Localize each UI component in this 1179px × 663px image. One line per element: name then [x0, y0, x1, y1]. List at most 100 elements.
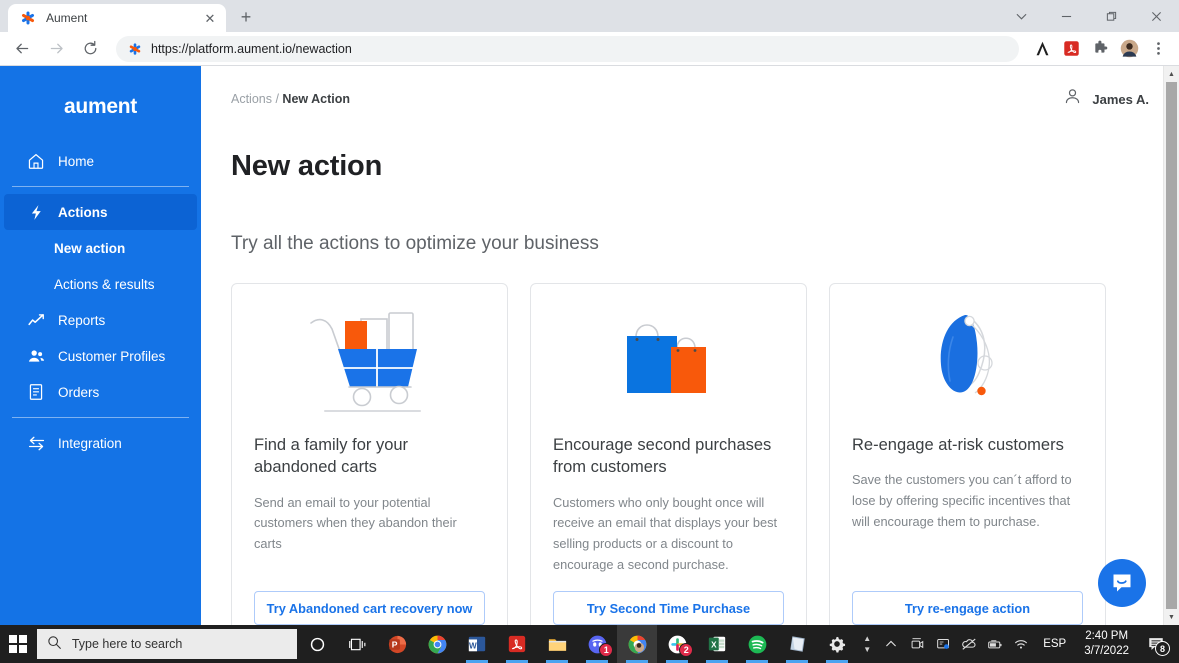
sidebar-item-actions[interactable]: Actions: [4, 194, 197, 230]
sticky-notes-icon[interactable]: [777, 625, 817, 663]
scrollbar-thumb[interactable]: [1166, 82, 1177, 609]
excel-icon[interactable]: X: [697, 625, 737, 663]
pdf-extension-icon[interactable]: [1058, 36, 1084, 62]
close-icon[interactable]: ✕: [202, 10, 218, 26]
taskbar-overflow-scroll[interactable]: ▲ ▼: [857, 625, 877, 663]
aument-logo[interactable]: aument: [0, 86, 201, 143]
sidebar-item-integration[interactable]: Integration: [4, 425, 197, 461]
shopping-bags-illustration: [553, 302, 784, 422]
tab-search-button[interactable]: [999, 0, 1044, 32]
word-icon[interactable]: W: [457, 625, 497, 663]
close-window-button[interactable]: [1134, 0, 1179, 32]
acrobat-reader-icon[interactable]: [497, 625, 537, 663]
clock[interactable]: 2:40 PM 3/7/2022: [1076, 629, 1137, 659]
address-bar[interactable]: https://platform.aument.io/newaction: [116, 35, 1019, 62]
scroll-up-arrow-icon[interactable]: ▲: [1164, 66, 1179, 82]
try-second-time-purchase-button[interactable]: Try Second Time Purchase: [553, 591, 784, 625]
chart-line-icon: [26, 310, 46, 330]
new-tab-button[interactable]: +: [232, 3, 260, 31]
taskbar-pinned-apps: P W 1 2 X: [297, 625, 857, 663]
content-topbar: Actions / New Action James A.: [231, 84, 1149, 114]
adobe-acrobat-extension-icon[interactable]: [1029, 36, 1055, 62]
language-indicator[interactable]: ESP: [1035, 638, 1074, 650]
screen-recorder-icon[interactable]: [905, 625, 929, 663]
sidebar-item-orders[interactable]: Orders: [4, 374, 197, 410]
chrome-active-icon[interactable]: [617, 625, 658, 663]
notification-badge: 2: [679, 643, 694, 657]
profile-avatar-icon[interactable]: [1116, 36, 1142, 62]
sidebar-item-reports[interactable]: Reports: [4, 302, 197, 338]
windows-taskbar: Type here to search P W 1 2 X ▲ ▼ ESP 2:…: [0, 625, 1179, 663]
settings-gear-icon[interactable]: [817, 625, 857, 663]
slack-icon[interactable]: 2: [657, 625, 697, 663]
intercom-chat-icon[interactable]: [1098, 559, 1146, 607]
try-re-engage-button[interactable]: Try re-engage action: [852, 591, 1083, 625]
notifications-icon[interactable]: 8: [1139, 625, 1173, 663]
windows-start-icon[interactable]: [0, 625, 37, 663]
page-scrollbar[interactable]: ▲ ▼: [1163, 66, 1179, 625]
battery-icon[interactable]: [983, 625, 1007, 663]
sidebar-item-label: Home: [58, 153, 95, 169]
browser-tab-aument[interactable]: Aument ✕: [8, 4, 226, 32]
person-outline-icon: [1063, 87, 1082, 111]
sidebar-divider-bottom: [12, 417, 189, 418]
sidebar-subitem-actions-results[interactable]: Actions & results: [0, 266, 201, 302]
url-text: https://platform.aument.io/newaction: [151, 41, 352, 56]
back-arrow-icon[interactable]: [8, 35, 36, 63]
action-card-second-purchase[interactable]: Encourage second purchases from customer…: [530, 283, 807, 625]
system-tray: ▲ ▼ ESP 2:40 PM 3/7/2022 8: [857, 625, 1179, 663]
extensions-puzzle-icon[interactable]: [1087, 36, 1113, 62]
reload-icon[interactable]: [76, 35, 104, 63]
discord-icon[interactable]: 1: [577, 625, 617, 663]
sidebar-item-home[interactable]: Home: [4, 143, 197, 179]
action-card-abandoned-cart[interactable]: Find a family for your abandoned carts S…: [231, 283, 508, 625]
people-icon: [26, 346, 46, 366]
browser-toolbar: https://platform.aument.io/newaction: [0, 32, 1179, 66]
page-viewport: aument Home Actions New action Actions &…: [0, 66, 1179, 625]
onedrive-paused-icon[interactable]: [957, 625, 981, 663]
sidebar-item-customer-profiles[interactable]: Customer Profiles: [4, 338, 197, 374]
card-description: Save the customers you can´t afford to l…: [852, 472, 1072, 529]
remote-display-icon[interactable]: [931, 625, 955, 663]
aument-asterisk-icon: [128, 42, 142, 56]
spotify-icon[interactable]: [737, 625, 777, 663]
minimize-button[interactable]: [1044, 0, 1089, 32]
shopping-cart-illustration: [254, 302, 485, 422]
cortana-icon[interactable]: [297, 625, 337, 663]
notification-badge: 1: [599, 643, 614, 657]
forward-arrow-icon: [42, 35, 70, 63]
maximize-button[interactable]: [1089, 0, 1134, 32]
chrome-menu-icon[interactable]: [1145, 36, 1171, 62]
powerpoint-icon[interactable]: P: [377, 625, 417, 663]
card-title: Re-engage at-risk customers: [852, 436, 1064, 454]
app-sidebar: aument Home Actions New action Actions &…: [0, 66, 201, 625]
home-icon: [26, 151, 46, 171]
task-view-icon[interactable]: [337, 625, 377, 663]
sidebar-item-label: Customer Profiles: [58, 348, 166, 364]
breadcrumb: Actions / New Action: [231, 92, 350, 106]
toolbar-extension-icons: [1029, 36, 1171, 62]
sidebar-item-label: Integration: [58, 435, 122, 451]
aument-asterisk-icon: [20, 10, 36, 26]
sidebar-item-label: Reports: [58, 312, 106, 328]
user-menu[interactable]: James A.: [1063, 87, 1149, 111]
action-cards: Find a family for your abandoned carts S…: [231, 283, 1149, 625]
scroll-down-arrow-icon[interactable]: ▼: [1164, 609, 1179, 625]
sidebar-item-label: Orders: [58, 384, 100, 400]
user-name: James A.: [1092, 91, 1149, 107]
try-abandoned-cart-button[interactable]: Try Abandoned cart recovery now: [254, 591, 485, 625]
balloon-illustration: [852, 302, 1083, 422]
card-description: Send an email to your potential customer…: [254, 494, 457, 551]
lightning-bolt-icon: [26, 202, 46, 222]
search-input[interactable]: Type here to search: [36, 629, 298, 659]
svg-text:X: X: [711, 641, 717, 650]
file-explorer-icon[interactable]: [537, 625, 577, 663]
show-hidden-icons-icon[interactable]: [879, 625, 903, 663]
chrome-icon[interactable]: [417, 625, 457, 663]
wifi-icon[interactable]: [1009, 625, 1033, 663]
breadcrumb-parent[interactable]: Actions /: [231, 92, 279, 106]
sidebar-subitem-new-action[interactable]: New action: [0, 230, 201, 266]
tab-strip: Aument ✕ +: [0, 0, 1179, 32]
search-icon: [47, 635, 62, 653]
action-card-re-engage[interactable]: Re-engage at-risk customers Save the cus…: [829, 283, 1106, 625]
